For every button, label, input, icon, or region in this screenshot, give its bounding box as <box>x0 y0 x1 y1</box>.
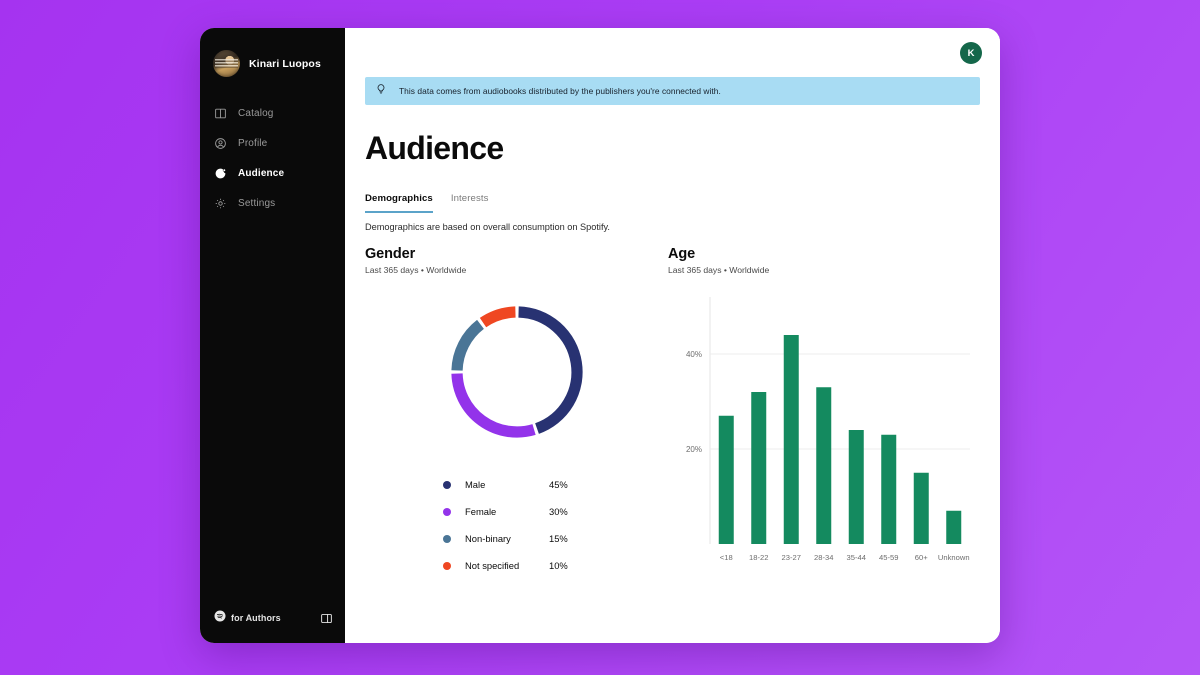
bar <box>816 387 831 544</box>
legend-label: Non-binary <box>465 533 549 544</box>
x-tick-label: 18-22 <box>749 553 768 562</box>
page-title: Audience <box>365 130 503 167</box>
legend-label: Not specified <box>465 560 549 571</box>
y-tick-label: 40% <box>686 350 702 359</box>
bar <box>849 430 864 544</box>
sidebar-item-catalog[interactable]: Catalog <box>200 98 345 128</box>
age-chart-subtitle: Last 365 days • Worldwide <box>668 265 980 275</box>
x-tick-label: <18 <box>720 553 733 562</box>
gear-icon <box>214 197 227 210</box>
person-circle-icon <box>214 137 227 150</box>
bar <box>881 435 896 544</box>
legend-swatch-not-specified <box>443 562 451 570</box>
sidebar: Kinari Luopos Catalog Profile <box>200 28 345 643</box>
book-icon <box>214 107 227 120</box>
x-tick-label: 35-44 <box>847 553 866 562</box>
sidebar-item-label: Catalog <box>238 108 274 119</box>
legend-value: 10% <box>549 560 568 571</box>
sidebar-item-profile[interactable]: Profile <box>200 128 345 158</box>
age-chart-title: Age <box>668 246 980 262</box>
x-tick-label: 60+ <box>915 553 928 562</box>
donut-chart-svg <box>442 297 592 447</box>
bar <box>719 416 734 544</box>
legend-value: 30% <box>549 506 568 517</box>
gender-chart-panel: Gender Last 365 days • Worldwide Male 45… <box>365 246 668 589</box>
x-tick-label: 28-34 <box>814 553 833 562</box>
sidebar-item-label: Audience <box>238 168 284 179</box>
info-banner: This data comes from audiobooks distribu… <box>365 77 980 105</box>
donut-segment <box>483 312 515 323</box>
sidebar-item-label: Profile <box>238 138 267 149</box>
main-content: K This data comes from audiobooks distri… <box>345 28 1000 643</box>
bar <box>784 335 799 544</box>
legend-item: Male 45% <box>443 471 668 498</box>
gender-chart-subtitle: Last 365 days • Worldwide <box>365 265 668 275</box>
legend-item: Non-binary 15% <box>443 525 668 552</box>
bar <box>946 511 961 544</box>
sidebar-collapse-icon[interactable] <box>320 612 333 625</box>
legend-value: 45% <box>549 479 568 490</box>
sidebar-nav: Catalog Profile <box>200 98 345 218</box>
tab-demographics[interactable]: Demographics <box>365 193 433 213</box>
bar <box>751 392 766 544</box>
age-bar-chart-svg: 20% 40% <18 18-22 23-27 28-34 35-44 45-59 60+ Unk… <box>668 289 980 589</box>
info-banner-text: This data comes from audiobooks distribu… <box>399 86 721 96</box>
legend-label: Male <box>465 479 549 490</box>
sidebar-item-audience[interactable]: Audience <box>200 158 345 188</box>
x-tick-label: 45-59 <box>879 553 898 562</box>
x-tick-label: Unknown <box>938 553 970 562</box>
donut-segment <box>457 324 480 370</box>
sidebar-item-label: Settings <box>238 198 275 209</box>
lightbulb-icon <box>375 82 387 100</box>
sidebar-footer: for Authors <box>200 609 345 627</box>
donut-chart <box>365 297 668 447</box>
sidebar-user-name: Kinari Luopos <box>249 58 321 70</box>
donut-segment <box>518 312 576 429</box>
age-bar-chart: 20% 40% <18 18-22 23-27 28-34 35-44 45-59 60+ Unk… <box>668 289 980 589</box>
legend-label: Female <box>465 506 549 517</box>
audience-icon <box>214 167 227 180</box>
legend-item: Not specified 10% <box>443 552 668 579</box>
tab-interests[interactable]: Interests <box>451 193 489 213</box>
legend-swatch-female <box>443 508 451 516</box>
legend-item: Female 30% <box>443 498 668 525</box>
section-description: Demographics are based on overall consum… <box>365 222 610 232</box>
brand-logo[interactable]: for Authors <box>214 609 281 627</box>
legend-value: 15% <box>549 533 568 544</box>
sidebar-profile[interactable]: Kinari Luopos <box>200 28 345 84</box>
bar <box>914 473 929 544</box>
tab-bar: Demographics Interests <box>365 193 489 213</box>
charts-row: Gender Last 365 days • Worldwide Male 45… <box>365 246 980 589</box>
y-tick-label: 20% <box>686 445 702 454</box>
age-chart-panel: Age Last 365 days • Worldwide 20% 40% <18 1… <box>668 246 980 589</box>
brand-label: for Authors <box>231 613 281 623</box>
avatar <box>213 50 240 77</box>
sidebar-item-settings[interactable]: Settings <box>200 188 345 218</box>
legend-swatch-male <box>443 481 451 489</box>
x-tick-label: 23-27 <box>782 553 801 562</box>
account-avatar-button[interactable]: K <box>960 42 982 64</box>
spotify-logo-icon <box>214 609 226 627</box>
legend-swatch-non-binary <box>443 535 451 543</box>
gender-legend: Male 45% Female 30% Non-binary 15% <box>365 471 668 579</box>
gender-chart-title: Gender <box>365 246 668 262</box>
donut-segment <box>457 374 534 432</box>
app-window: Kinari Luopos Catalog Profile <box>200 28 1000 643</box>
